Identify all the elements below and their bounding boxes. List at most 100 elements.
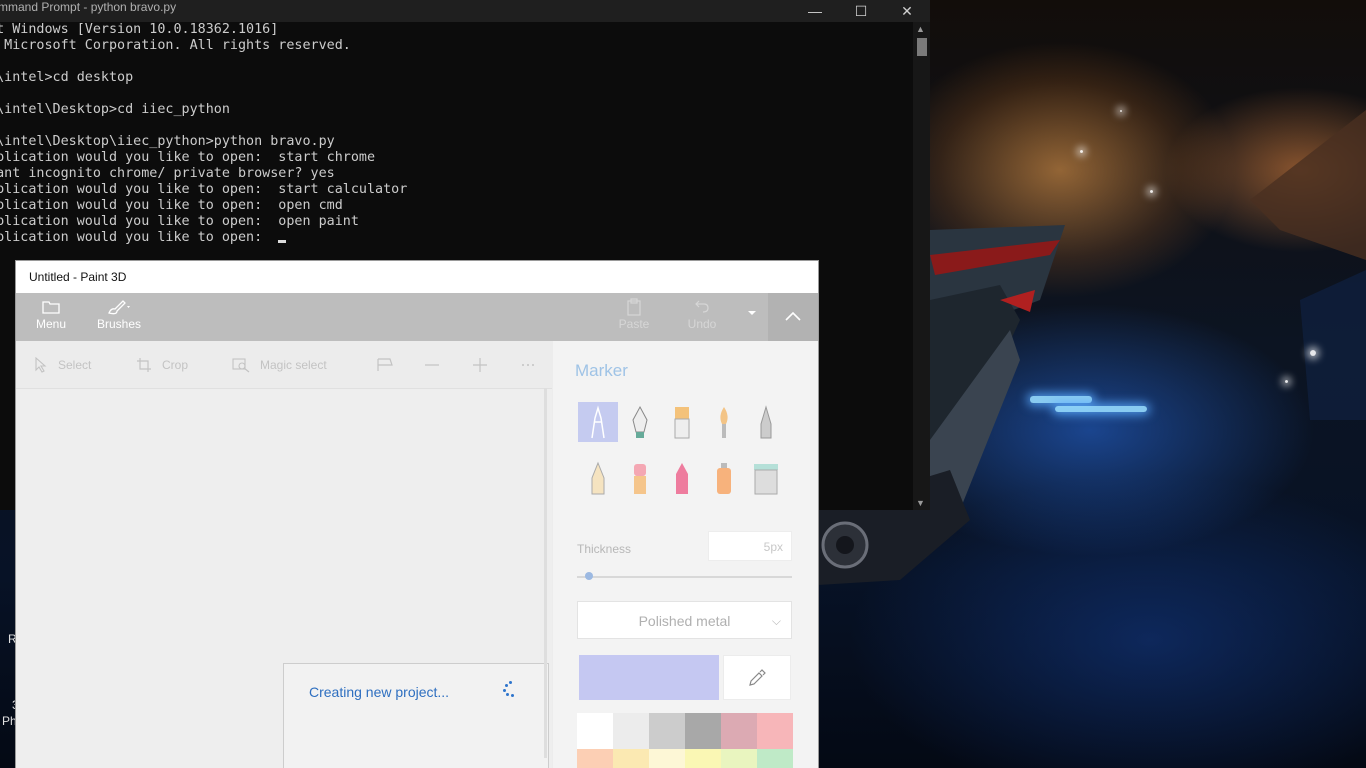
crop-tool[interactable]: Crop	[136, 357, 188, 373]
marker-brush[interactable]	[578, 402, 618, 442]
maximize-button[interactable]: ☐	[838, 0, 884, 22]
color-swatch[interactable]	[721, 749, 757, 768]
pixel-pen-icon	[760, 405, 772, 439]
thickness-slider-track[interactable]	[577, 576, 792, 578]
color-swatch[interactable]	[757, 713, 793, 749]
zoom-in-button[interactable]	[472, 357, 488, 373]
chevron-down-icon	[748, 311, 756, 315]
color-swatch[interactable]	[649, 713, 685, 749]
text-cursor	[278, 240, 287, 243]
thickness-slider-knob[interactable]	[585, 572, 593, 580]
cursor-arrow-icon	[35, 357, 47, 373]
crayon-brush[interactable]	[662, 458, 702, 498]
console-line: rs\intel\Desktop>cd iiec_python	[0, 102, 230, 117]
clipboard-icon	[616, 297, 652, 317]
select-tool[interactable]: Select	[34, 357, 91, 373]
canvas-area[interactable]: Creating new project...	[16, 389, 552, 768]
eraser-brush[interactable]	[620, 458, 660, 498]
magic-select-tool[interactable]: Magic select	[232, 357, 327, 373]
light-dot	[1120, 110, 1122, 112]
watercolor-brush[interactable]	[704, 402, 744, 442]
chevron-down-icon: ⌵	[771, 614, 781, 628]
oil-brush-icon	[674, 407, 690, 439]
scroll-up-icon[interactable]: ▲	[916, 24, 925, 34]
color-swatch[interactable]	[685, 713, 721, 749]
window-title: Untitled - Paint 3D	[29, 270, 127, 284]
console-line: application would you like to open: star…	[0, 150, 376, 165]
canvas-scrollbar[interactable]	[544, 388, 547, 758]
calligraphy-pen-brush[interactable]	[620, 402, 660, 442]
color-swatch[interactable]	[685, 749, 721, 768]
crop-label: Crop	[162, 358, 189, 372]
cmd-titlebar[interactable]: mmand Prompt - python bravo.py — ☐ ✕	[0, 0, 930, 22]
texture-dropdown[interactable]: Polished metal ⌵	[577, 601, 792, 639]
chevron-up-icon	[785, 311, 801, 321]
brushes-panel: Marker Thickness 5px Polished metal ⌵	[553, 341, 818, 768]
tool-toolbar: Select Crop Magic select	[16, 341, 552, 389]
crop-icon	[137, 358, 151, 372]
thickness-input[interactable]: 5px	[708, 531, 792, 561]
oil-brush[interactable]	[662, 402, 702, 442]
undo-icon	[684, 297, 720, 317]
minimize-button[interactable]: —	[792, 0, 838, 22]
eyedropper-button[interactable]	[723, 655, 791, 700]
spray-can-icon	[717, 463, 731, 494]
fill-bucket-icon	[754, 464, 778, 495]
paint-titlebar[interactable]: Untitled - Paint 3D	[16, 261, 818, 293]
cmd-scrollbar[interactable]: ▲ ▼	[913, 22, 930, 510]
console-line: oft Windows [Version 10.0.18362.1016]	[0, 22, 279, 37]
current-color-swatch[interactable]	[579, 655, 719, 700]
spray-can-brush[interactable]	[704, 458, 744, 498]
scroll-thumb[interactable]	[917, 38, 927, 56]
console-line: application would you like to open:	[0, 230, 407, 246]
color-palette	[577, 713, 793, 768]
color-swatch[interactable]	[577, 749, 613, 768]
light-dot	[1150, 190, 1153, 193]
scroll-down-icon[interactable]: ▼	[916, 498, 925, 508]
plus-icon	[473, 358, 487, 372]
zoom-out-button[interactable]	[424, 357, 440, 373]
undo-button[interactable]: Undo	[684, 297, 720, 331]
color-swatch[interactable]	[757, 749, 793, 768]
pixel-pen-brush[interactable]	[746, 402, 786, 442]
magic-select-label: Magic select	[260, 358, 327, 372]
light-streak	[1055, 406, 1147, 412]
fill-brush[interactable]	[746, 458, 786, 498]
brushes-tab[interactable]: Brushes	[96, 297, 142, 331]
more-options-button[interactable]	[742, 307, 762, 321]
paste-label: Paste	[618, 317, 650, 331]
flag-icon	[377, 358, 393, 371]
minus-icon	[425, 364, 439, 366]
console-output[interactable]: oft Windows [Version 10.0.18362.1016] 19 …	[0, 22, 407, 246]
menu-button[interactable]: Menu	[34, 297, 68, 331]
console-line: rs\intel>cd desktop	[0, 70, 134, 85]
flip-button[interactable]	[376, 357, 394, 373]
color-swatch[interactable]	[577, 713, 613, 749]
select-label: Select	[58, 358, 92, 372]
loading-message: Creating new project...	[309, 684, 450, 700]
console-line: 19 Microsoft Corporation. All rights res…	[0, 38, 351, 53]
undo-label: Undo	[687, 317, 717, 331]
paste-button[interactable]: Paste	[616, 297, 652, 331]
color-swatch[interactable]	[649, 749, 685, 768]
brush-icon	[96, 297, 142, 317]
desktop-icon-label[interactable]: Ph	[2, 714, 17, 728]
collapse-ribbon-button[interactable]	[768, 293, 818, 341]
ribbon: Menu Brushes Paste Undo	[16, 293, 818, 341]
color-swatch[interactable]	[613, 713, 649, 749]
color-swatch[interactable]	[613, 749, 649, 768]
paint3d-window[interactable]: Untitled - Paint 3D Menu Brushes Paste U…	[16, 261, 818, 768]
color-swatch[interactable]	[721, 713, 757, 749]
watercolor-icon	[720, 407, 728, 438]
magic-select-icon	[232, 358, 250, 373]
console-line: want incognito chrome/ private browser? …	[0, 166, 335, 181]
eraser-icon	[634, 464, 646, 494]
more-tools-button[interactable]	[520, 357, 536, 373]
crayon-icon	[676, 463, 688, 494]
close-button[interactable]: ✕	[884, 0, 930, 22]
pencil-brush[interactable]	[578, 458, 618, 498]
thickness-label: Thickness	[577, 542, 632, 556]
